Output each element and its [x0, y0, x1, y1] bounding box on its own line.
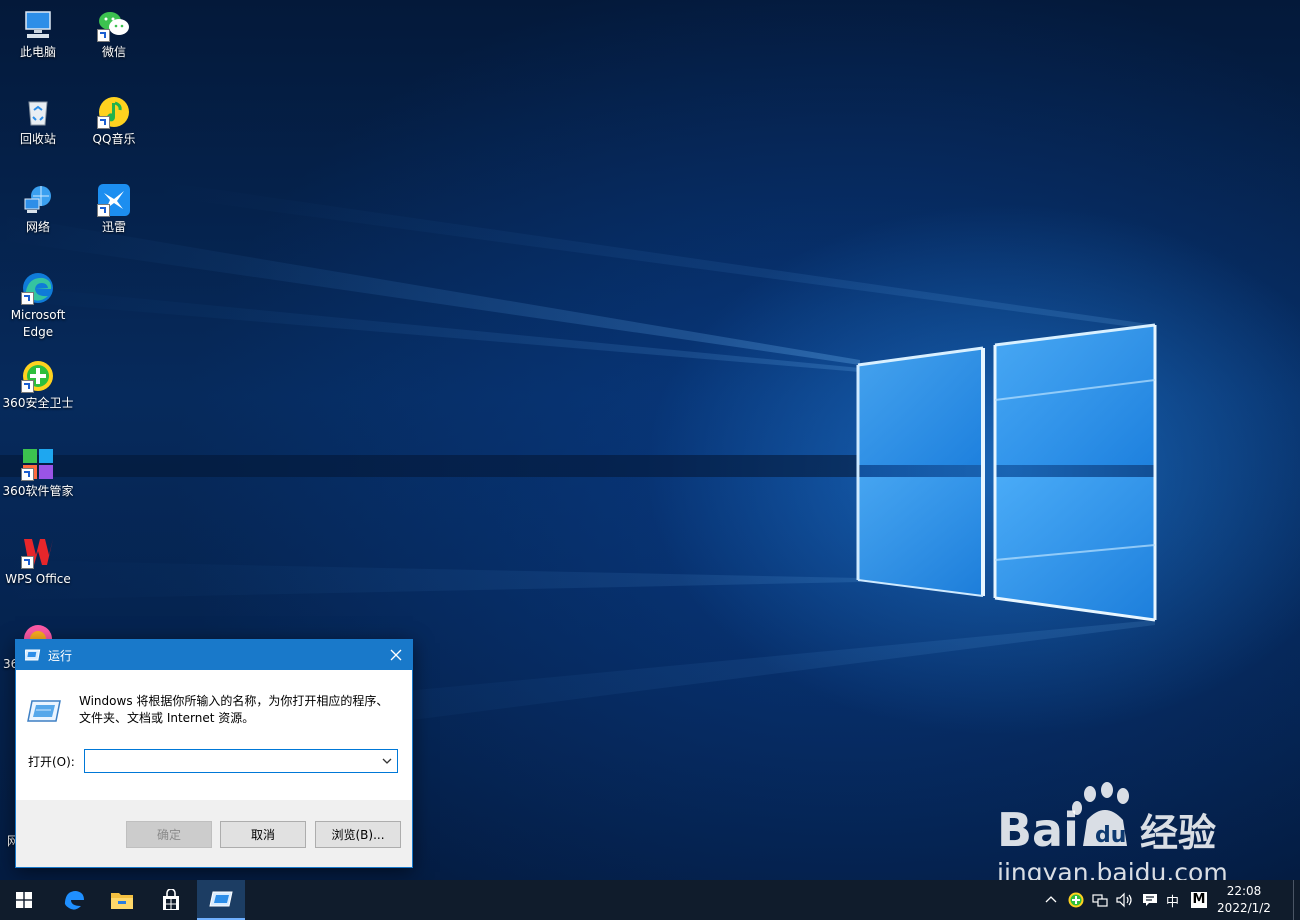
- shortcut-arrow-icon: [21, 468, 34, 481]
- taskbar-file-explorer[interactable]: [98, 880, 146, 920]
- desktop-icon-label: 360安全卫士: [2, 396, 74, 410]
- dialog-title: 运行: [48, 648, 73, 663]
- 360-safe-icon: [21, 359, 55, 393]
- shortcut-arrow-icon: [97, 116, 110, 129]
- open-combobox[interactable]: [84, 749, 398, 773]
- dialog-description: Windows 将根据你所输入的名称，为你打开相应的程序、文件夹、文档或 Int…: [79, 694, 389, 725]
- xunlei-icon: [97, 183, 131, 217]
- wechat-icon: [97, 8, 131, 42]
- close-button[interactable]: [380, 640, 412, 670]
- open-label: 打开(O):: [28, 755, 75, 769]
- run-icon: [25, 649, 41, 661]
- taskbar: 中 M 22:08 2022/1/2: [0, 880, 1300, 920]
- brand-text: Bai: [997, 803, 1079, 857]
- shortcut-arrow-icon: [97, 204, 110, 217]
- desktop-icon-wechat[interactable]: 微信: [76, 8, 152, 61]
- volume-icon[interactable]: [1116, 892, 1134, 908]
- close-icon: [390, 649, 402, 661]
- clock-date: 2022/1/2: [1217, 901, 1271, 915]
- wps-office-icon: [21, 535, 55, 569]
- chevron-down-icon[interactable]: [381, 756, 393, 766]
- ime-mode-button[interactable]: M: [1191, 892, 1208, 908]
- run-program-icon: [27, 700, 61, 722]
- desktop-icon-xunlei[interactable]: 迅雷: [76, 183, 152, 236]
- desktop-icon-360-software[interactable]: 360软件管家: [0, 447, 76, 500]
- desktop-icon-label: 此电脑: [19, 45, 56, 59]
- start-button[interactable]: [0, 880, 48, 920]
- recycle-bin-icon: [21, 95, 55, 129]
- dialog-titlebar[interactable]: 运行: [16, 640, 412, 670]
- dialog-content: Windows 将根据你所输入的名称，为你打开相应的程序、文件夹、文档或 Int…: [16, 670, 412, 800]
- run-dialog: 运行 Windows 将根据你所输入的名称，为你打开相应的程序、文件夹、文档或 …: [15, 639, 413, 868]
- ok-button[interactable]: 确定: [126, 821, 212, 848]
- network-icon: [21, 183, 55, 217]
- clock-time: 22:08: [1226, 884, 1262, 898]
- desktop-icon-edge[interactable]: Microsoft Edge: [0, 271, 76, 341]
- edge-icon: [64, 891, 84, 910]
- store-icon: [163, 889, 179, 910]
- microsoft-edge-icon: [21, 271, 55, 305]
- brand-cn-text: 经验: [1140, 811, 1216, 855]
- baidu-logo: Bai du 经验: [997, 782, 1216, 857]
- shortcut-arrow-icon: [21, 292, 34, 305]
- browse-button[interactable]: 浏览(B)...: [315, 821, 401, 848]
- system-tray: 中 M: [1044, 880, 1208, 920]
- run-icon: [209, 891, 233, 907]
- open-input[interactable]: [89, 751, 373, 773]
- desktop-icon-label: QQ音乐: [92, 132, 136, 146]
- desktop-icon-360-safe[interactable]: 360安全卫士: [0, 359, 76, 412]
- shortcut-arrow-icon: [21, 380, 34, 393]
- desktop-icon-label: 360软件管家: [2, 484, 74, 498]
- taskbar-edge[interactable]: [50, 880, 98, 920]
- desktop-icon-label: 网络: [25, 220, 50, 234]
- desktop-icon-recycle-bin[interactable]: 回收站: [0, 95, 76, 148]
- baidu-jingyan-watermark: Bai du 经验 jingyan.baidu.com: [995, 780, 1235, 890]
- desktop-icon-network[interactable]: 网络: [0, 183, 76, 236]
- desktop-icon-label: 回收站: [19, 132, 56, 146]
- 360-tray-icon[interactable]: [1068, 892, 1084, 908]
- ime-indicator[interactable]: 中: [1166, 891, 1179, 910]
- desktop-icon-wps[interactable]: WPS Office: [0, 535, 76, 588]
- taskbar-clock[interactable]: 22:08 2022/1/2: [1214, 883, 1274, 917]
- desktop-icon-qq-music[interactable]: QQ音乐: [76, 95, 152, 148]
- taskbar-run[interactable]: [197, 880, 245, 920]
- desktop-icon-this-pc[interactable]: 此电脑: [0, 8, 76, 61]
- desktop-icon-label: Microsoft Edge: [10, 308, 66, 339]
- desktop-icon-label: WPS Office: [5, 572, 71, 586]
- shortcut-arrow-icon: [97, 29, 110, 42]
- show-desktop-button[interactable]: [1293, 880, 1300, 920]
- file-explorer-icon: [111, 893, 133, 909]
- taskbar-store[interactable]: [147, 880, 195, 920]
- shortcut-arrow-icon: [21, 556, 34, 569]
- chevron-up-icon[interactable]: [1044, 893, 1058, 907]
- start-icon: [16, 892, 32, 908]
- desktop-icon-label: 迅雷: [101, 220, 126, 234]
- computer-icon: [21, 8, 55, 42]
- cancel-button[interactable]: 取消: [220, 821, 306, 848]
- svg-text:du: du: [1095, 823, 1126, 848]
- qq-music-icon: [97, 95, 131, 129]
- network-tray-icon[interactable]: [1092, 892, 1108, 908]
- action-center-icon[interactable]: [1142, 892, 1158, 908]
- 360-software-manager-icon: [21, 447, 55, 481]
- desktop-icon-label: 微信: [101, 45, 126, 59]
